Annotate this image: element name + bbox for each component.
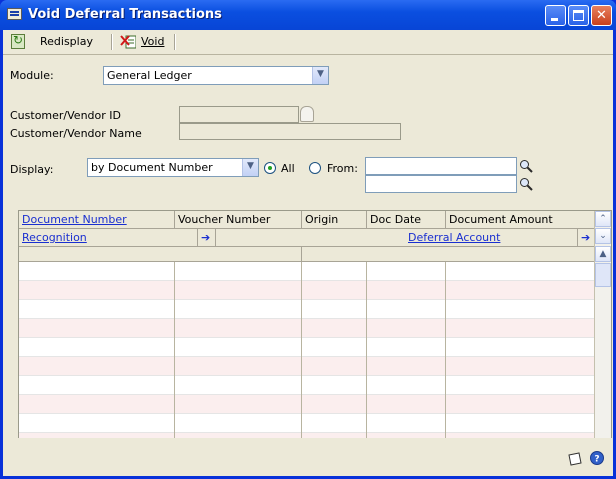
grid-header-row-3 <box>19 247 597 262</box>
customer-vendor-name-field[interactable] <box>179 123 401 140</box>
lookup-magnifier-icon[interactable] <box>519 177 533 191</box>
column-header-origin[interactable]: Origin <box>301 211 366 228</box>
maximize-button[interactable] <box>568 5 589 26</box>
toolbar-separator <box>174 34 176 50</box>
toolbar-separator <box>111 34 113 50</box>
app-window: Void Deferral Transactions ✕ Redisplay V… <box>0 0 616 479</box>
chevron-down-icon[interactable]: ▼ <box>312 67 328 84</box>
column-header-blank <box>215 229 405 246</box>
column-header-deferral-account[interactable]: Deferral Account <box>405 229 577 246</box>
column-header-voucher-number[interactable]: Voucher Number <box>174 211 301 228</box>
column-header-document-amount[interactable]: Document Amount <box>445 211 597 228</box>
note-icon[interactable] <box>567 452 583 466</box>
customer-vendor-id-label: Customer/Vendor ID <box>10 109 121 122</box>
expand-rows-icon[interactable]: ⌄ <box>595 228 611 244</box>
column-header-band <box>301 247 597 261</box>
grid-scrollbar[interactable]: ⌃ ⌄ ▲ ▼ <box>594 211 611 467</box>
column-header-doc-date[interactable]: Doc Date <box>366 211 445 228</box>
table-row[interactable] <box>19 414 597 433</box>
column-header-recognition[interactable]: Recognition <box>19 229 197 246</box>
module-dropdown[interactable]: General Ledger ▼ <box>103 66 329 85</box>
display-dropdown[interactable]: by Document Number ▼ <box>87 158 259 177</box>
window-app-icon <box>7 8 22 20</box>
redisplay-button[interactable]: Redisplay <box>40 33 93 51</box>
scroll-up-icon[interactable]: ▲ <box>595 246 611 262</box>
void-button[interactable]: Void <box>141 33 164 51</box>
table-row[interactable] <box>19 376 597 395</box>
column-divider <box>445 262 446 467</box>
radio-from[interactable] <box>309 162 321 174</box>
table-row[interactable] <box>19 357 597 376</box>
column-header-document-number[interactable]: Document Number <box>19 211 174 228</box>
title-bar[interactable]: Void Deferral Transactions ✕ <box>0 0 616 30</box>
grid-header-row-2: Recognition ➔ Deferral Account ➔ <box>19 229 597 247</box>
to-field[interactable] <box>365 175 517 193</box>
module-value: General Ledger <box>107 69 192 82</box>
table-row[interactable] <box>19 300 597 319</box>
svg-text:?: ? <box>594 455 599 465</box>
help-icon[interactable]: ? <box>590 451 604 465</box>
transactions-grid: Document Number Voucher Number Origin Do… <box>18 210 612 468</box>
table-row[interactable] <box>19 281 597 300</box>
display-value: by Document Number <box>91 161 213 174</box>
grid-header-row-1: Document Number Voucher Number Origin Do… <box>19 211 597 229</box>
maximize-icon <box>573 10 584 21</box>
minimize-icon <box>551 18 558 21</box>
table-row[interactable] <box>19 338 597 357</box>
table-row[interactable] <box>19 262 597 281</box>
minimize-button[interactable] <box>545 5 566 26</box>
lookup-folder-icon[interactable] <box>300 106 314 122</box>
collapse-rows-icon[interactable]: ⌃ <box>595 211 611 227</box>
lookup-magnifier-icon[interactable] <box>519 159 533 173</box>
module-label: Module: <box>10 69 54 82</box>
column-divider <box>174 262 175 467</box>
table-row[interactable] <box>19 395 597 414</box>
from-field[interactable] <box>365 157 517 175</box>
table-row[interactable] <box>19 319 597 338</box>
expand-arrow-icon[interactable]: ➔ <box>197 229 215 246</box>
toolbar: Redisplay Void <box>3 30 613 55</box>
customer-vendor-id-field[interactable] <box>179 106 299 123</box>
scroll-thumb[interactable] <box>595 263 611 287</box>
display-label: Display: <box>10 163 54 176</box>
radio-all[interactable] <box>264 162 276 174</box>
redisplay-icon[interactable] <box>11 33 25 49</box>
chevron-down-icon[interactable]: ▼ <box>242 159 258 176</box>
window-client: Redisplay Void Module: General Ledger ▼ … <box>3 30 613 476</box>
column-divider <box>301 262 302 467</box>
close-icon: ✕ <box>596 8 607 23</box>
status-bar: ? <box>3 438 613 476</box>
close-button[interactable]: ✕ <box>591 5 612 26</box>
column-divider <box>366 262 367 467</box>
radio-all-label[interactable]: All <box>281 162 295 175</box>
void-icon[interactable] <box>120 34 136 49</box>
radio-from-label[interactable]: From: <box>327 162 358 175</box>
customer-vendor-name-label: Customer/Vendor Name <box>10 127 142 140</box>
window-title: Void Deferral Transactions <box>28 7 222 22</box>
